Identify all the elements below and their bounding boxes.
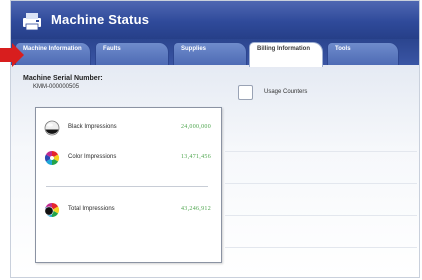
divider — [225, 183, 417, 184]
title-bar: Machine Status — [11, 1, 419, 39]
tab-label: Supplies — [181, 46, 207, 52]
tab-label: Machine Information — [23, 46, 82, 52]
panel-separator — [46, 186, 208, 187]
divider — [225, 247, 417, 248]
total-impressions-value: 43,246,912 — [181, 206, 211, 212]
tab-machine-information[interactable]: Machine Information — [15, 42, 91, 66]
black-impressions-row: Black Impressions 24,000,000 — [36, 120, 219, 138]
serial-number-value: KMM-000000505 — [33, 84, 80, 90]
window-title: Machine Status — [51, 12, 150, 27]
black-impressions-label: Black Impressions — [68, 124, 117, 130]
tab-faults[interactable]: Faults — [95, 42, 169, 66]
total-impressions-icon — [44, 203, 59, 217]
divider — [225, 151, 417, 152]
serial-number-label: Machine Serial Number: — [23, 75, 103, 82]
color-impressions-label: Color Impressions — [68, 154, 117, 160]
usage-counters-label: Usage Counters — [264, 89, 308, 95]
tab-label: Billing Information — [257, 46, 310, 52]
impressions-panel: Black Impressions 24,000,000 Color Impre… — [35, 107, 222, 263]
black-impressions-value: 24,000,000 — [181, 124, 211, 130]
color-impressions-value: 13,471,456 — [181, 154, 211, 160]
tab-bar: Machine Information Faults Supplies Bill… — [11, 39, 419, 67]
divider — [225, 215, 417, 216]
tab-label: Faults — [103, 46, 121, 52]
total-impressions-row: Total Impressions 43,246,912 — [36, 202, 219, 220]
tab-billing-information[interactable]: Billing Information — [249, 42, 323, 67]
total-impressions-label: Total Impressions — [68, 206, 115, 212]
black-toner-icon — [44, 120, 60, 136]
pointer-arrow-icon — [0, 43, 24, 67]
color-impressions-row: Color Impressions 13,471,456 — [36, 150, 219, 168]
usage-counters-checkbox[interactable] — [238, 85, 253, 100]
machine-status-window: Machine Status Machine Information Fault… — [10, 0, 420, 278]
tab-label: Tools — [335, 46, 351, 52]
tab-supplies[interactable]: Supplies — [173, 42, 247, 66]
color-wheel-icon — [45, 151, 59, 165]
printer-icon — [23, 13, 41, 31]
tab-tools[interactable]: Tools — [327, 42, 399, 66]
